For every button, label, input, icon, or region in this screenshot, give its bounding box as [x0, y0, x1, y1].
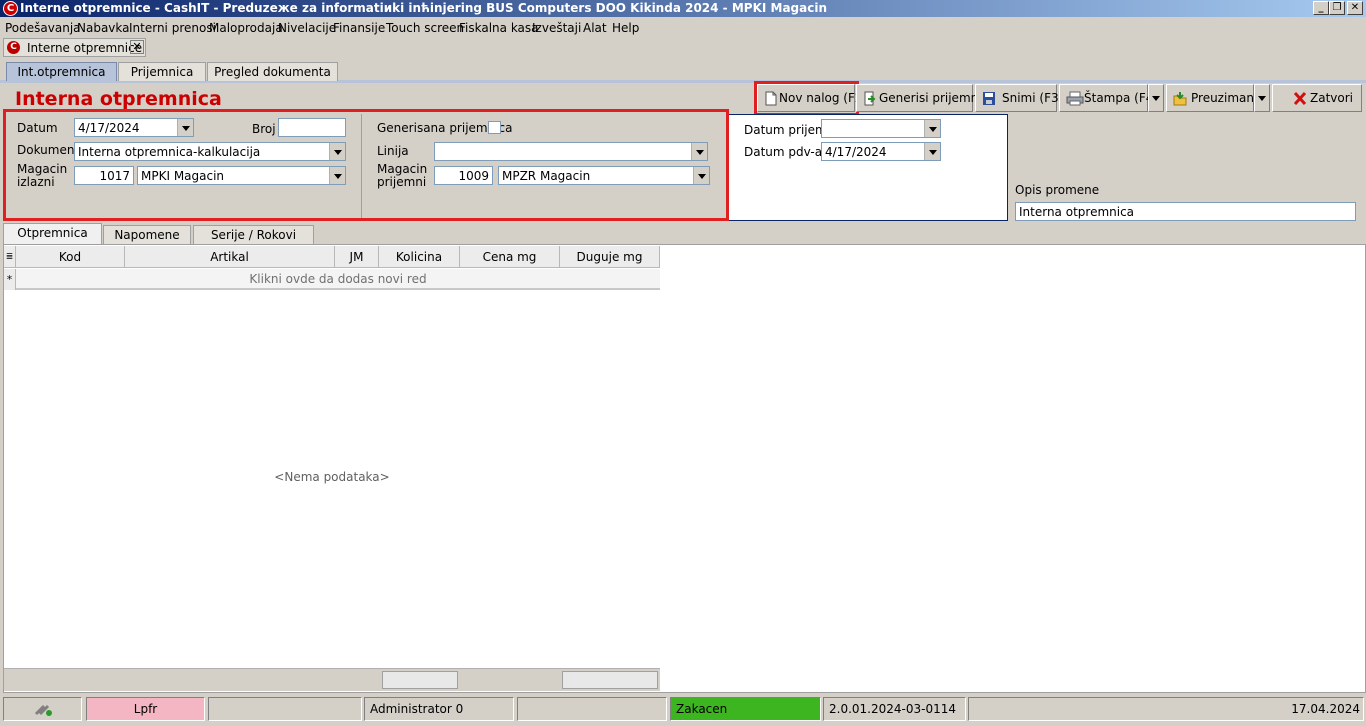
tab-napomene[interactable]: Napomene — [103, 225, 191, 244]
folder-download-icon — [1173, 92, 1187, 106]
highlight-box-new-order — [754, 81, 859, 116]
tab-int-otpremnica[interactable]: Int.otpremnica — [6, 62, 117, 81]
print-label: Štampa (F4) — [1084, 91, 1159, 105]
lpfr-status: Lpfr — [86, 697, 205, 721]
new-row-marker: * — [4, 269, 16, 290]
empty-grid-message: <Nema podataka> — [274, 470, 390, 484]
status-cell-empty — [517, 697, 667, 721]
floppy-disk-icon — [983, 92, 995, 105]
items-grid[interactable] — [3, 244, 1366, 693]
tab-pregled-dokumenta[interactable]: Pregled dokumenta — [207, 62, 338, 81]
window-title: Interne otpremnice - CashIT - Preduzeжe … — [20, 1, 827, 15]
print-button[interactable]: Štampa (F4) — [1059, 84, 1158, 112]
menu-nabavka[interactable]: Nabavka — [77, 21, 130, 35]
date-status: 17.04.2024 — [968, 697, 1364, 721]
datum-pdv-field[interactable]: 4/17/2024 — [821, 142, 941, 161]
minimize-button[interactable]: _ — [1313, 1, 1329, 15]
print-dropdown-button[interactable] — [1148, 84, 1164, 112]
user-status: Administrator 0 — [364, 697, 514, 721]
close-tab-icon[interactable]: ✕ — [130, 40, 144, 54]
connection-status: Zakacen — [670, 697, 821, 721]
datum-prijema-field[interactable] — [821, 119, 941, 138]
printer-icon — [1066, 91, 1084, 106]
summary-cell — [562, 671, 658, 689]
document-tab[interactable]: C Interne otpremnice ✕ — [3, 38, 146, 57]
version-status: 2.0.01.2024-03-0114 — [823, 697, 966, 721]
col-kolicina[interactable]: Kolicina — [379, 246, 460, 268]
download-dropdown-button[interactable] — [1254, 84, 1270, 112]
opis-promene-input[interactable]: Interna otpremnica — [1015, 202, 1356, 221]
tab-otpremnica[interactable]: Otpremnica — [3, 223, 102, 244]
column-chooser-icon[interactable]: ≣ — [4, 246, 16, 268]
col-duguje-mg[interactable]: Duguje mg — [560, 246, 660, 268]
tab-serije-rokovi[interactable]: Serije / Rokovi trajanja — [193, 225, 314, 260]
window-close-button[interactable]: ✕ — [1347, 1, 1363, 15]
menu-nivelacije[interactable]: Nivelacije — [278, 21, 336, 35]
tab-prijemnica[interactable]: Prijemnica — [118, 62, 206, 81]
menu-touch-screen[interactable]: Touch screen — [386, 21, 464, 35]
chevron-down-icon[interactable] — [924, 120, 940, 137]
col-artikal[interactable]: Artikal — [125, 246, 335, 268]
app-logo-icon: C — [7, 41, 20, 54]
chevron-down-icon[interactable] — [924, 143, 940, 160]
app-logo-icon: C — [3, 1, 18, 16]
close-label: Zatvori — [1310, 91, 1353, 105]
datum-pdv-value: 4/17/2024 — [825, 145, 887, 159]
highlight-box-form — [3, 109, 729, 221]
menu-bar: Podešavanja Nabavka Interni prenosi Malo… — [0, 18, 1366, 38]
download-button[interactable]: Preuzimanje — [1166, 84, 1265, 112]
network-status-cell[interactable] — [3, 697, 82, 721]
new-row-placeholder[interactable]: Klikni ovde da dodas novi red — [16, 269, 660, 290]
menu-izvestaji[interactable]: Izveštaji — [532, 21, 581, 35]
menu-interni-prenosi[interactable]: Interni prenosi — [129, 21, 216, 35]
generate-receipt-button[interactable]: Generisi prijemnicu — [856, 84, 996, 112]
col-jm[interactable]: JM — [335, 246, 379, 268]
title-bar: C Interne otpremnice - CashIT - Preduzeж… — [0, 0, 1366, 17]
save-button[interactable]: Snimi (F3) — [975, 84, 1063, 112]
menu-help[interactable]: Help — [612, 21, 639, 35]
menu-alat[interactable]: Alat — [583, 21, 607, 35]
network-icon — [34, 704, 52, 716]
col-cena-mg[interactable]: Cena mg — [460, 246, 560, 268]
red-x-icon — [1293, 91, 1307, 106]
datum-pdv-label: Datum pdv-a — [744, 145, 823, 159]
document-tab-label: Interne otpremnice — [27, 41, 143, 55]
opis-promene-label: Opis promene — [1015, 183, 1100, 197]
menu-maloprodaja[interactable]: Maloprodaja — [209, 21, 283, 35]
col-kod[interactable]: Kod — [16, 246, 125, 268]
menu-podesavanja[interactable]: Podešavanja — [5, 21, 81, 35]
menu-fiskalna-kasa[interactable]: Fiskalna kasa — [459, 21, 539, 35]
status-cell-empty — [208, 697, 362, 721]
menu-finansije[interactable]: Finansije — [333, 21, 385, 35]
close-button[interactable]: Zatvori — [1272, 84, 1362, 112]
page-title: Interna otpremnica — [15, 88, 222, 110]
summary-cell — [382, 671, 458, 689]
generate-document-icon — [864, 91, 876, 106]
save-label: Snimi (F3) — [1002, 91, 1064, 105]
restore-button[interactable]: ❐ — [1329, 1, 1345, 15]
